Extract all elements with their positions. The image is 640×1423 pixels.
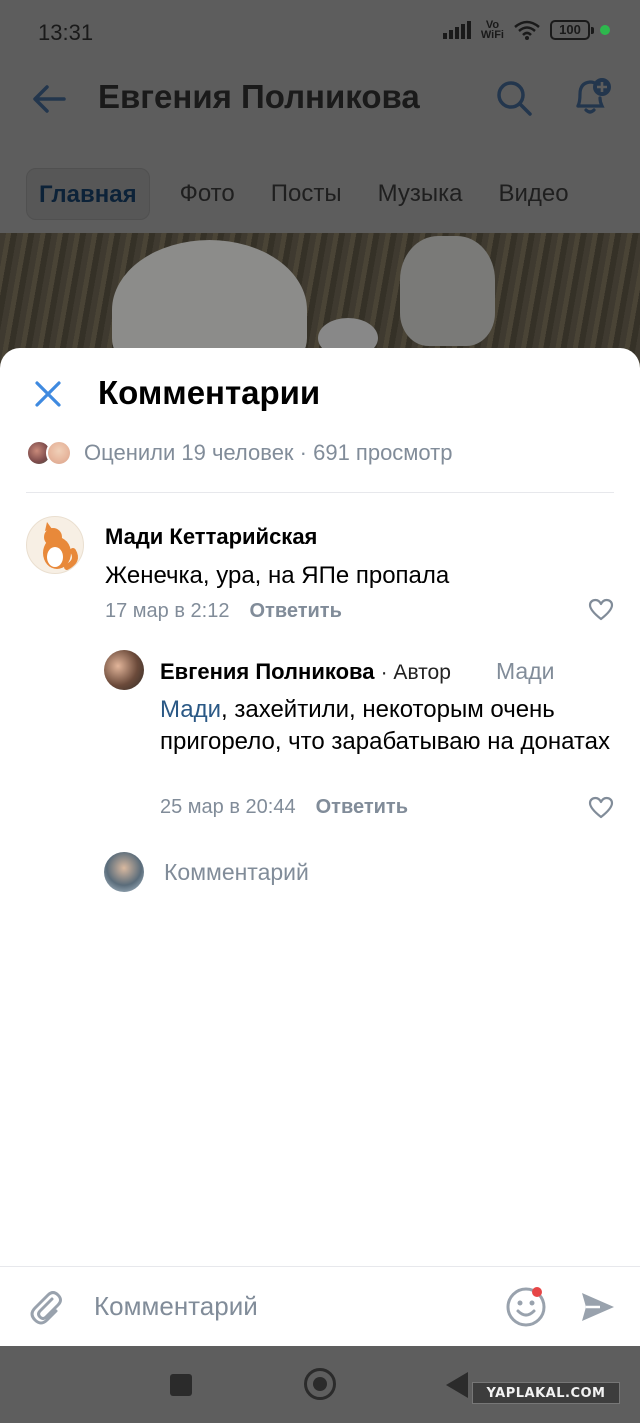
profile-tabs: Главная Фото Посты Музыка Видео <box>26 168 587 220</box>
avatar[interactable] <box>26 516 84 574</box>
profile-top-bar: Евгения Полникова <box>0 66 640 132</box>
back-button[interactable] <box>446 1372 468 1398</box>
search-icon[interactable] <box>494 78 534 118</box>
sheet-title: Комментарии <box>98 374 321 411</box>
reply-button[interactable]: Ответить <box>249 600 341 623</box>
divider <box>26 492 614 493</box>
notifications-add-icon[interactable] <box>570 74 614 118</box>
system-nav-bar: YAPLAKAL.COM <box>0 1346 640 1423</box>
comment-author[interactable]: Мади Кеттарийская <box>105 524 317 550</box>
likes-text: Оценили 19 человек · 691 просмотр <box>84 440 453 465</box>
tab-photo[interactable]: Фото <box>162 168 253 220</box>
avatar[interactable] <box>104 650 144 690</box>
heart-icon[interactable] <box>588 598 614 622</box>
privacy-indicator-dot <box>600 25 610 35</box>
likes-summary[interactable]: Оценили 19 человек · 691 просмотр <box>26 436 453 470</box>
comment-date: 17 мар в 2:12 <box>105 600 230 622</box>
avatar <box>104 852 144 892</box>
reply-author-line: Евгения Полникова · Автор <box>160 659 451 685</box>
mention-link[interactable]: Мади <box>160 696 221 723</box>
status-icons: Vo WiFi 100 <box>442 19 610 41</box>
wifi-icon <box>514 20 540 40</box>
fox-avatar-icon <box>43 522 78 570</box>
profile-title: Евгения Полникова <box>98 78 420 115</box>
tab-main[interactable]: Главная <box>26 168 150 220</box>
comment-author[interactable]: Евгения Полникова <box>160 659 374 684</box>
author-badge: · Автор <box>380 661 451 684</box>
photo-goat <box>400 236 495 346</box>
back-arrow-icon[interactable] <box>30 80 68 118</box>
heart-icon[interactable] <box>588 796 614 820</box>
liker-avatar <box>46 440 72 466</box>
reply-button[interactable]: Ответить <box>316 796 408 819</box>
close-icon[interactable] <box>30 376 66 412</box>
comment-text: Женечка, ура, на ЯПе пропала <box>105 562 450 589</box>
comment-body: , захейтили, некоторым очень пригорело, … <box>160 696 610 755</box>
comment-composer: Комментарий <box>0 1266 640 1346</box>
reply-to-name[interactable]: Мади <box>496 658 554 685</box>
comment-text: Мади, захейтили, некоторым очень пригоре… <box>160 694 620 758</box>
reply-input-row[interactable]: Комментарий <box>104 852 309 892</box>
comments-sheet: Комментарии Оценили 19 человек · 691 про… <box>0 348 640 1346</box>
vowifi-icon: Vo WiFi <box>480 19 504 41</box>
comment-meta: 17 мар в 2:12 Ответить <box>105 600 342 623</box>
comment-input[interactable]: Комментарий <box>94 1291 258 1322</box>
reply-placeholder[interactable]: Комментарий <box>164 859 309 886</box>
tab-video[interactable]: Видео <box>480 168 586 220</box>
send-icon[interactable] <box>578 1287 618 1327</box>
battery-icon: 100 <box>550 20 594 40</box>
recents-button[interactable] <box>170 1374 192 1396</box>
home-button[interactable] <box>304 1368 336 1400</box>
status-bar: 13:31 Vo WiFi 100 <box>0 0 640 66</box>
attach-icon[interactable] <box>26 1287 66 1327</box>
signal-icon <box>442 21 471 39</box>
comment-meta: 25 мар в 20:44 Ответить <box>160 796 408 819</box>
comment-date: 25 мар в 20:44 <box>160 796 296 818</box>
watermark: YAPLAKAL.COM <box>472 1382 620 1404</box>
notification-dot <box>532 1287 542 1297</box>
status-time: 13:31 <box>38 20 94 45</box>
tab-posts[interactable]: Посты <box>253 168 360 220</box>
tab-music[interactable]: Музыка <box>360 168 481 220</box>
